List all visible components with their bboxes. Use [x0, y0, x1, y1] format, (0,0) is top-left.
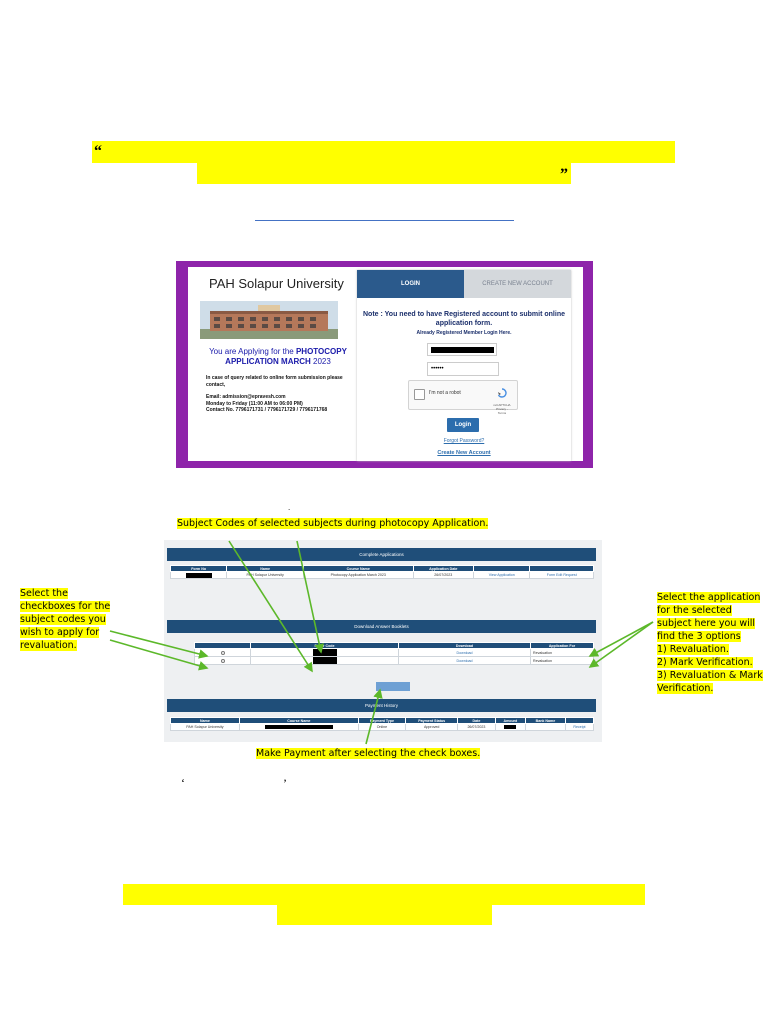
arrow-application-2 — [588, 621, 654, 668]
arrow-subject-code-1 — [228, 540, 313, 673]
arrow-application-1 — [588, 621, 654, 657]
arrow-payment — [365, 688, 383, 745]
annotation-arrows — [109, 540, 654, 745]
arrow-subject-code-2 — [296, 540, 325, 654]
